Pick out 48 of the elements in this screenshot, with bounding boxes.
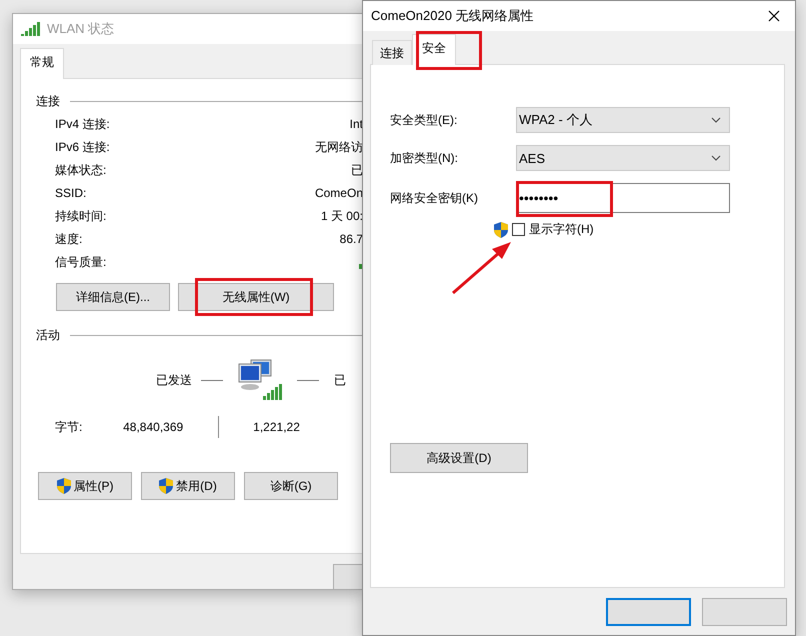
network-computers-icon: [237, 358, 283, 402]
field-label: IPv6 连接:: [55, 139, 111, 156]
dropdown[interactable]: AES: [516, 145, 730, 171]
field-label: 速度:: [55, 231, 84, 248]
input-field[interactable]: ••••••••: [516, 183, 730, 213]
field-value: 86.7: [338, 231, 363, 248]
chevron-icon: [711, 117, 721, 123]
field-label: 持续时间:: [55, 208, 108, 225]
field-value: 已: [350, 162, 363, 179]
field-label: 媒体状态:: [55, 162, 108, 179]
tab[interactable]: 常规: [20, 48, 64, 79]
shield-icon: [56, 478, 70, 494]
field-value: 无网络访: [314, 139, 363, 156]
field-value: ComeOn: [314, 185, 363, 202]
chevron-icon: [711, 155, 721, 161]
bytes-received: 1,221,22: [253, 420, 300, 434]
tab[interactable]: 安全: [412, 34, 456, 65]
received-label: 已: [334, 372, 346, 388]
field-label: 安全类型(E):: [390, 112, 458, 128]
shield-icon: [494, 222, 508, 238]
field-value: 1 天 00:: [320, 208, 363, 225]
field-label: IPv4 连接:: [55, 116, 111, 133]
group-heading: 连接: [36, 93, 60, 110]
checkbox[interactable]: [512, 223, 525, 236]
field-label: 网络安全密钥(K): [390, 190, 479, 206]
field-label: SSID:: [55, 185, 88, 202]
dialog-button[interactable]: [333, 564, 363, 589]
field-value: Int: [348, 116, 363, 133]
signal-icon: [21, 22, 41, 36]
checkbox-label[interactable]: 显示字符(H): [529, 221, 594, 238]
sent-label: 已发送: [155, 372, 192, 388]
bytes-sent: 48,840,369: [122, 420, 184, 434]
button[interactable]: 详细信息(E)...: [56, 283, 170, 311]
dialog-button[interactable]: [606, 598, 691, 626]
button[interactable]: 禁用(D): [141, 472, 235, 500]
window-title: ComeOn2020 无线网络属性: [371, 7, 535, 25]
group-heading: 活动: [36, 327, 60, 344]
button[interactable]: 无线属性(W): [178, 283, 334, 311]
dropdown[interactable]: WPA2 - 个人: [516, 107, 730, 133]
field-label: 加密类型(N):: [390, 150, 459, 166]
button[interactable]: 属性(P): [38, 472, 132, 500]
field-label: 信号质量:: [55, 254, 108, 271]
tab[interactable]: 连接: [372, 40, 412, 65]
window-title: WLAN 状态: [47, 20, 114, 38]
shield-icon: [159, 478, 174, 494]
button[interactable]: 诊断(G): [244, 472, 338, 500]
field-label: 字节:: [55, 418, 82, 436]
button[interactable]: 高级设置(D): [390, 443, 528, 473]
